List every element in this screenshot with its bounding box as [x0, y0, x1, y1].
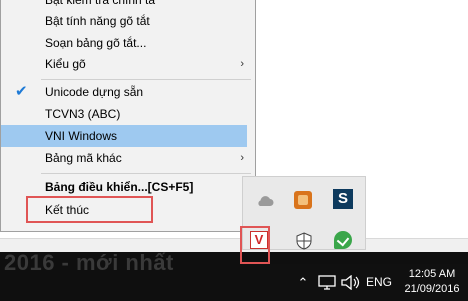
clock[interactable]: 12:05 AM 21/09/2016	[402, 264, 462, 301]
menu-separator	[41, 79, 251, 80]
menu-separator	[41, 173, 251, 174]
menu-item-label: Unicode dựng sẵn	[45, 85, 144, 99]
menu-item-label: Bảng điều khiển...[CS+F5]	[45, 180, 194, 194]
menu-item-control-panel[interactable]: Bảng điều khiển...[CS+F5]	[1, 176, 256, 198]
clock-time: 12:05 AM	[408, 268, 456, 280]
cloud-icon[interactable]	[255, 191, 275, 211]
taskbar: ⌃ ENG 12:05 AM 21/09/2016	[260, 264, 468, 301]
chevron-right-icon: ›	[240, 58, 244, 70]
highlight-box-vietkey	[240, 226, 270, 264]
volume-icon[interactable]	[340, 275, 360, 290]
check-icon: ✔	[15, 83, 28, 100]
menu-item-edit-shortcut-table[interactable]: Soạn bảng gõ tắt...	[1, 32, 256, 54]
network-icon[interactable]	[317, 275, 337, 290]
menu-item-label: Soạn bảng gõ tắt...	[45, 36, 147, 50]
menu-item-label: Bảng mã khác	[45, 151, 122, 165]
menu-item-label: Bật tính năng gõ tắt	[45, 14, 150, 28]
green-app-icon[interactable]	[334, 231, 352, 249]
photo-app-icon[interactable]	[294, 191, 312, 209]
menu-item-vni-windows[interactable]: VNI Windows	[1, 125, 247, 147]
shield-icon[interactable]	[294, 231, 314, 251]
menu-item-enable-shortcut[interactable]: Bật tính năng gõ tắt	[1, 10, 256, 32]
menu-item-tcvn3[interactable]: TCVN3 (ABC)	[1, 103, 256, 125]
language-indicator[interactable]: ENG	[365, 264, 393, 301]
menu-item-label: TCVN3 (ABC)	[45, 107, 121, 121]
chevron-right-icon: ›	[240, 152, 244, 164]
menu-item-other-charsets[interactable]: Bảng mã khác ›	[1, 147, 256, 169]
menu-item-label: Kiểu gõ	[45, 57, 86, 71]
show-hidden-icons-chevron-icon[interactable]: ⌃	[294, 264, 312, 301]
menu-item-unicode[interactable]: ✔ Unicode dựng sẵn	[1, 81, 256, 103]
desktop-text: 2016 - mới nhất	[4, 252, 174, 275]
window-bottom-strip	[0, 238, 468, 253]
s-app-icon[interactable]: S	[333, 189, 353, 209]
highlight-box-exit	[26, 196, 153, 223]
menu-item-label: VNI Windows	[45, 129, 118, 143]
menu-item-input-method[interactable]: Kiểu gõ ›	[1, 53, 256, 75]
clock-date: 21/09/2016	[404, 283, 460, 295]
